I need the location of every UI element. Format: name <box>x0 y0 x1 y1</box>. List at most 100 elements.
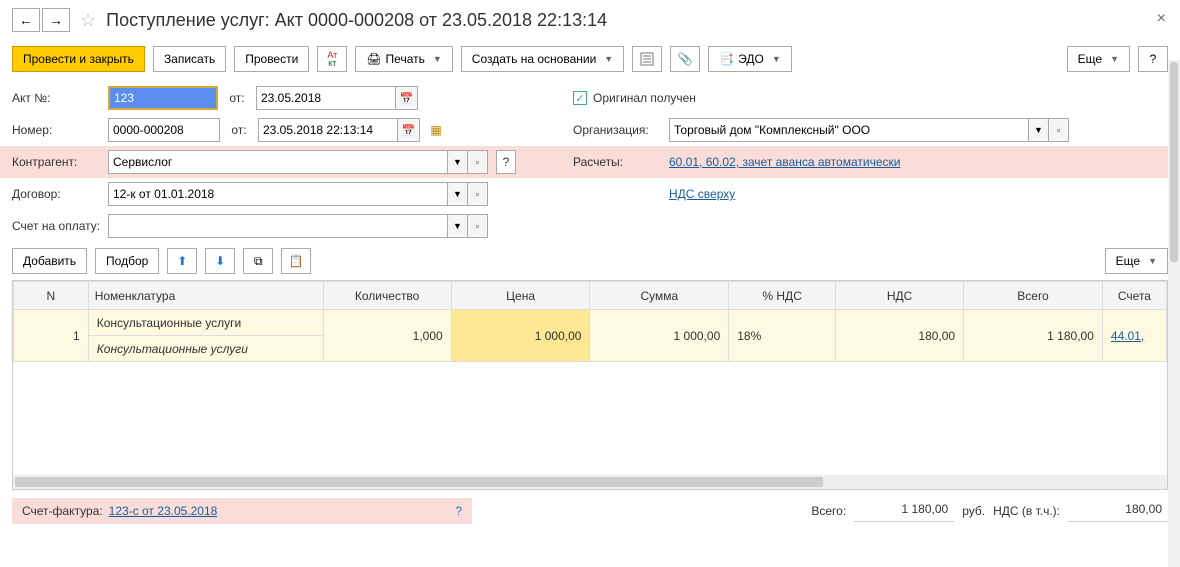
paperclip-icon: 📎 <box>678 52 693 66</box>
col-n[interactable]: N <box>14 282 89 310</box>
chevron-down-icon: ▼ <box>772 54 781 64</box>
paste-icon: 📋 <box>289 254 304 268</box>
post-button[interactable]: Провести <box>234 46 309 72</box>
combo-dropdown-button[interactable]: ▼ <box>1029 118 1049 142</box>
attach-button[interactable]: 📎 <box>670 46 700 72</box>
from-label: от: <box>224 91 250 105</box>
number-date-input[interactable] <box>258 118 398 142</box>
nav-back-button[interactable]: ← <box>12 8 40 32</box>
favorite-icon[interactable]: ☆ <box>80 10 96 31</box>
col-sum[interactable]: Сумма <box>590 282 729 310</box>
vat-label: НДС (в т.ч.): <box>993 504 1060 518</box>
footer-invoice-label: Счет-фактура: <box>22 504 103 518</box>
help-button[interactable]: ? <box>1138 46 1168 72</box>
vat-link[interactable]: НДС сверху <box>669 187 735 201</box>
settlements-link[interactable]: 60.01, 60.02, зачет аванса автоматически <box>669 155 900 169</box>
vertical-scrollbar[interactable] <box>1168 60 1180 567</box>
nav-forward-button[interactable]: → <box>42 8 70 32</box>
horizontal-scrollbar[interactable] <box>13 475 1167 489</box>
chevron-down-icon: ▼ <box>433 54 442 64</box>
combo-open-button[interactable]: ▫ <box>468 150 488 174</box>
col-vat[interactable]: НДС <box>836 282 964 310</box>
combo-open-button[interactable]: ▫ <box>468 214 488 238</box>
settlements-label: Расчеты: <box>573 155 663 169</box>
page-title: Поступление услуг: Акт 0000-000208 от 23… <box>106 10 607 31</box>
total-value: 1 180,00 <box>854 500 954 522</box>
extra-icon-button[interactable]: ▦ <box>426 117 446 143</box>
chevron-down-icon: ▼ <box>1110 54 1119 64</box>
original-received-checkbox[interactable]: ✓ <box>573 91 587 105</box>
total-label: Всего: <box>811 504 846 518</box>
calendar-icon: 📅 <box>400 92 414 105</box>
table-more-button[interactable]: Еще ▼ <box>1105 248 1168 274</box>
cell-nomenclature-2[interactable]: Консультационные услуги <box>88 336 323 362</box>
calendar-button-2[interactable]: 📅 <box>398 118 420 142</box>
organization-label: Организация: <box>573 123 663 137</box>
calendar-button[interactable]: 📅 <box>396 86 418 110</box>
cell-vat-rate[interactable]: 18% <box>729 310 836 362</box>
edo-button[interactable]: 📑 ЭДО ▼ <box>708 46 792 72</box>
calendar-icon: 📅 <box>402 124 416 137</box>
combo-open-button[interactable]: ▫ <box>468 182 488 206</box>
paste-button[interactable]: 📋 <box>281 248 311 274</box>
combo-dropdown-button[interactable]: ▼ <box>448 150 468 174</box>
footer-invoice-link[interactable]: 123-с от 23.05.2018 <box>109 504 218 518</box>
col-qty[interactable]: Количество <box>323 282 451 310</box>
col-total[interactable]: Всего <box>964 282 1103 310</box>
cell-qty[interactable]: 1,000 <box>323 310 451 362</box>
col-vat-rate[interactable]: % НДС <box>729 282 836 310</box>
copy-icon: ⧉ <box>254 254 263 269</box>
counterparty-label: Контрагент: <box>12 155 102 169</box>
close-button[interactable]: × <box>1157 10 1166 28</box>
cell-nomenclature[interactable]: Консультационные услуги <box>88 310 323 336</box>
col-accounts[interactable]: Счета <box>1102 282 1166 310</box>
cell-sum[interactable]: 1 000,00 <box>590 310 729 362</box>
move-up-button[interactable]: ⬆ <box>167 248 197 274</box>
cell-vat[interactable]: 180,00 <box>836 310 964 362</box>
table-row[interactable]: 1 Консультационные услуги 1,000 1 000,00… <box>14 310 1167 336</box>
act-no-label: Акт №: <box>12 91 102 105</box>
pick-button[interactable]: Подбор <box>95 248 159 274</box>
move-down-button[interactable]: ⬇ <box>205 248 235 274</box>
write-button[interactable]: Записать <box>153 46 226 72</box>
copy-button[interactable]: ⧉ <box>243 248 273 274</box>
invoice-input[interactable] <box>108 214 448 238</box>
more-button[interactable]: Еще ▼ <box>1067 46 1130 72</box>
items-table[interactable]: N Номенклатура Количество Цена Сумма % Н… <box>12 280 1168 490</box>
chevron-down-icon: ▼ <box>1148 256 1157 266</box>
vat-value: 180,00 <box>1068 500 1168 522</box>
dtkt-button[interactable]: Аткт <box>317 46 347 72</box>
invoice-label: Счет на оплату: <box>12 219 102 233</box>
currency-label: руб. <box>962 504 985 518</box>
document-icon: ▦ <box>430 123 441 137</box>
cell-n[interactable]: 1 <box>14 310 89 362</box>
number-label: Номер: <box>12 123 102 137</box>
create-based-button[interactable]: Создать на основании ▼ <box>461 46 624 72</box>
footer-help[interactable]: ? <box>455 504 462 518</box>
combo-dropdown-button[interactable]: ▼ <box>448 214 468 238</box>
chevron-down-icon: ▼ <box>604 54 613 64</box>
original-received-label: Оригинал получен <box>593 91 696 105</box>
cell-price[interactable]: 1 000,00 <box>451 310 590 362</box>
act-date-input[interactable] <box>256 86 396 110</box>
contract-label: Договор: <box>12 187 102 201</box>
counterparty-help[interactable]: ? <box>496 150 516 174</box>
combo-dropdown-button[interactable]: ▼ <box>448 182 468 206</box>
print-button[interactable]: 🖨 Печать ▼ <box>355 46 452 72</box>
cell-account[interactable]: 44.01, <box>1102 310 1166 362</box>
report-button[interactable] <box>632 46 662 72</box>
add-row-button[interactable]: Добавить <box>12 248 87 274</box>
organization-input[interactable] <box>669 118 1029 142</box>
contract-input[interactable] <box>108 182 448 206</box>
combo-open-button[interactable]: ▫ <box>1049 118 1069 142</box>
col-nomenclature[interactable]: Номенклатура <box>88 282 323 310</box>
arrow-down-icon: ⬇ <box>215 254 225 268</box>
counterparty-input[interactable] <box>108 150 448 174</box>
arrow-up-icon: ⬆ <box>177 254 187 268</box>
act-no-input[interactable] <box>110 88 216 108</box>
post-and-close-button[interactable]: Провести и закрыть <box>12 46 145 72</box>
col-price[interactable]: Цена <box>451 282 590 310</box>
printer-icon: 🖨 <box>366 52 381 66</box>
number-input[interactable] <box>108 118 220 142</box>
cell-total[interactable]: 1 180,00 <box>964 310 1103 362</box>
